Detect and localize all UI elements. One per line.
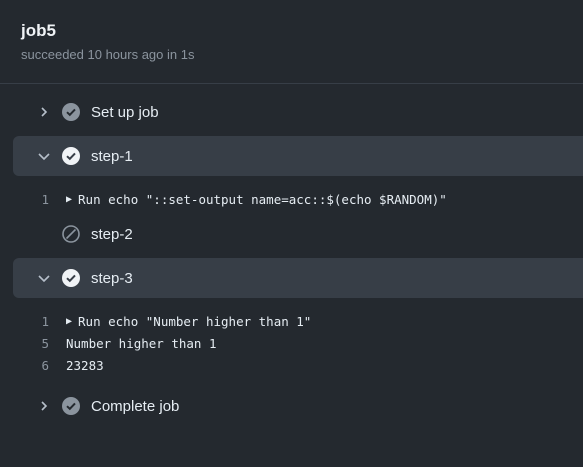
line-number[interactable]: 5 bbox=[0, 336, 66, 351]
step-label: step-3 bbox=[91, 269, 133, 287]
log-line[interactable]: 6 23283 bbox=[0, 354, 583, 376]
expand-triangle-icon[interactable]: ▶ bbox=[66, 316, 72, 327]
step-label: Complete job bbox=[91, 397, 180, 415]
step-step-2[interactable]: step-2 bbox=[13, 214, 583, 254]
line-number[interactable]: 6 bbox=[0, 358, 66, 373]
step-set-up-job[interactable]: Set up job bbox=[13, 92, 583, 132]
log-line[interactable]: 5 Number higher than 1 bbox=[0, 332, 583, 354]
chevron-right-icon[interactable] bbox=[36, 398, 52, 414]
chevron-placeholder bbox=[36, 226, 52, 242]
job-header: job5 succeeded 10 hours ago in 1s bbox=[0, 0, 583, 84]
check-circle-icon bbox=[62, 397, 80, 415]
step-label: step-2 bbox=[91, 225, 133, 243]
step-log: 1 ▶ Run echo "Number higher than 1" 5 Nu… bbox=[0, 302, 583, 386]
expand-triangle-icon[interactable]: ▶ bbox=[66, 194, 72, 205]
chevron-down-icon[interactable] bbox=[36, 148, 52, 164]
skipped-icon bbox=[62, 225, 80, 243]
check-circle-icon bbox=[62, 147, 80, 165]
step-step-1[interactable]: step-1 bbox=[13, 136, 583, 176]
step-complete-job[interactable]: Complete job bbox=[13, 386, 583, 426]
step-label: step-1 bbox=[91, 147, 133, 165]
job-status-text: succeeded 10 hours ago in 1s bbox=[21, 47, 195, 62]
log-line[interactable]: 1 ▶ Run echo "::set-output name=acc::$(e… bbox=[0, 188, 583, 210]
chevron-right-icon[interactable] bbox=[36, 104, 52, 120]
check-circle-icon bbox=[62, 103, 80, 121]
line-number[interactable]: 1 bbox=[0, 314, 66, 329]
log-text: Number higher than 1 bbox=[66, 335, 217, 351]
job-title: job5 bbox=[21, 21, 56, 40]
steps-list: Set up job step-1 1 ▶ Run echo "::set-ou… bbox=[0, 84, 583, 426]
check-circle-icon bbox=[62, 269, 80, 287]
log-text: Run echo "Number higher than 1" bbox=[78, 313, 312, 329]
step-step-3[interactable]: step-3 bbox=[13, 258, 583, 298]
chevron-down-icon[interactable] bbox=[36, 270, 52, 286]
step-label: Set up job bbox=[91, 103, 159, 121]
line-number[interactable]: 1 bbox=[0, 192, 66, 207]
log-text: Run echo "::set-output name=acc::$(echo … bbox=[78, 191, 447, 207]
log-text: 23283 bbox=[66, 357, 104, 373]
log-line[interactable]: 1 ▶ Run echo "Number higher than 1" bbox=[0, 310, 583, 332]
